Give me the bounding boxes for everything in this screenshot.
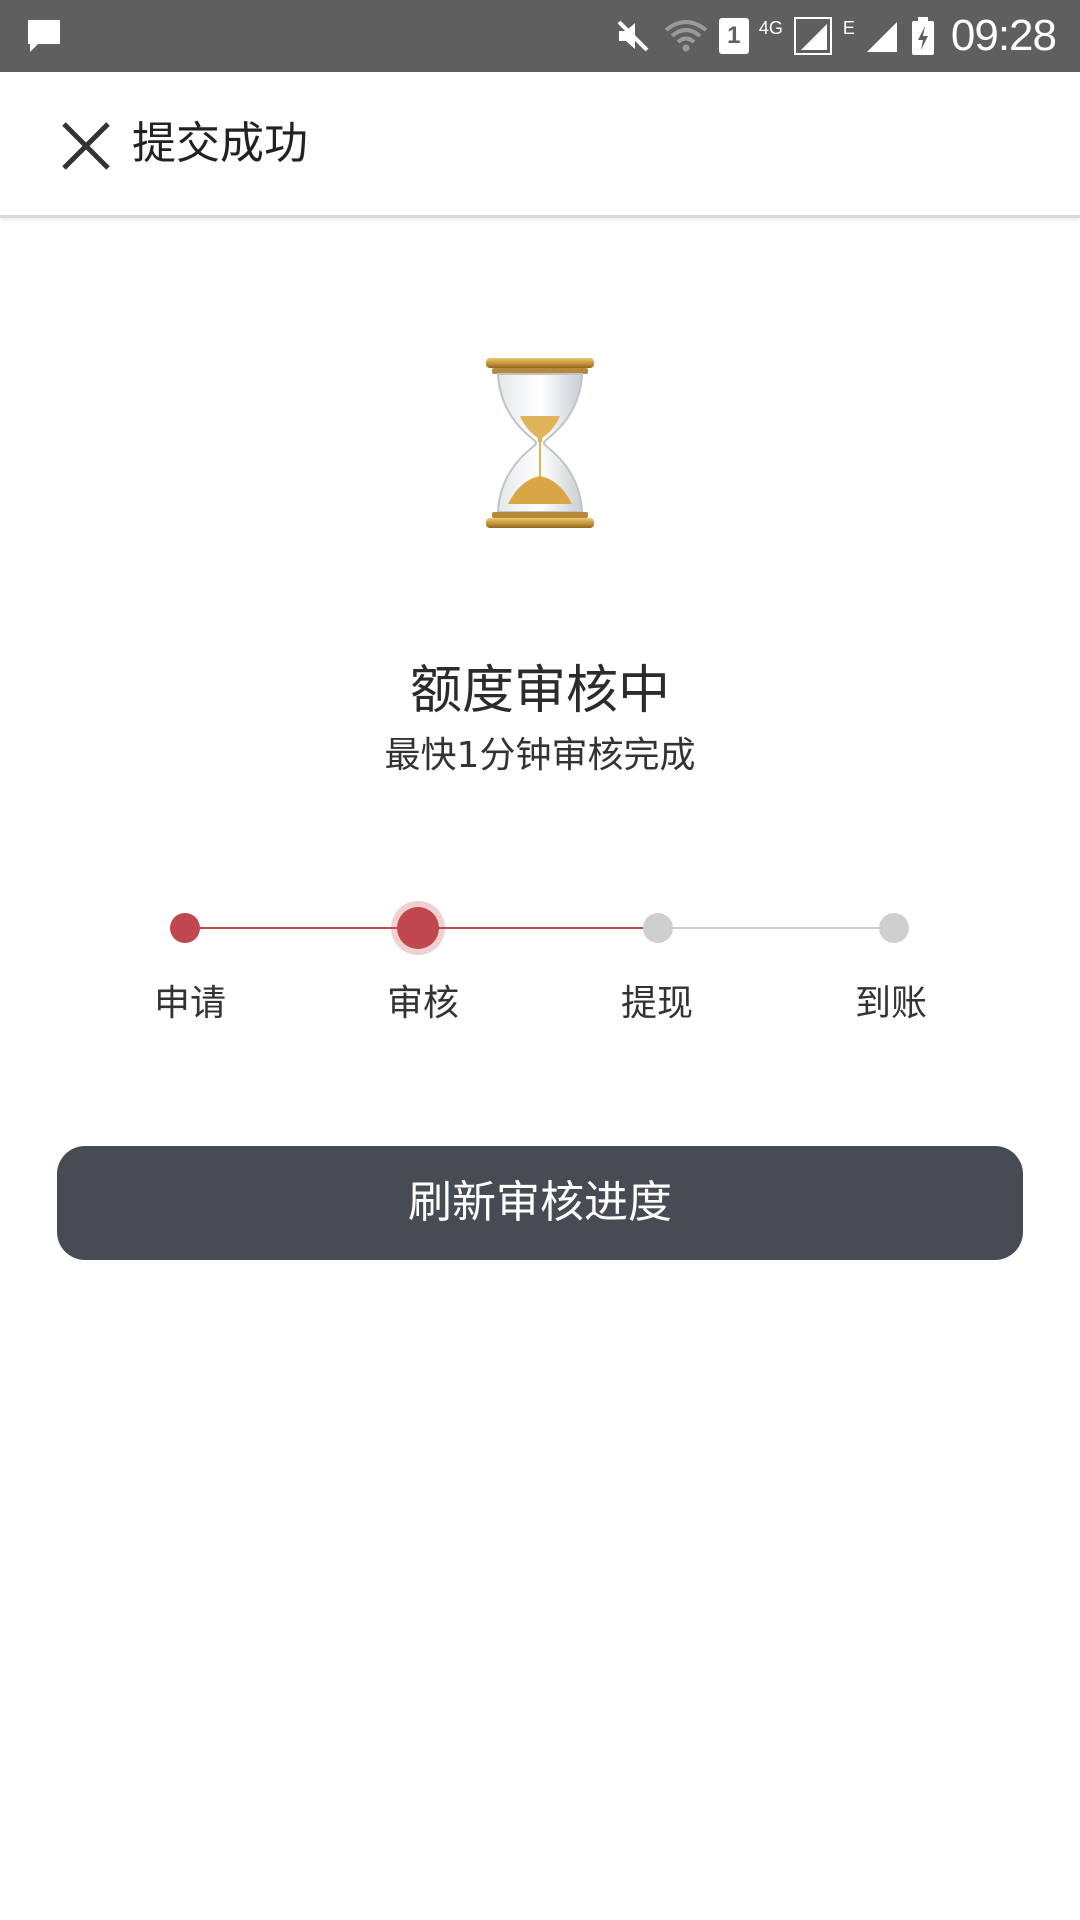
battery-icon [911, 17, 934, 55]
step-connector [418, 927, 658, 929]
status-icons: 1 4G E 09:28 [613, 11, 1057, 60]
clock: 09:28 [950, 11, 1057, 60]
status-bar: 1 4G E 09:28 [0, 0, 1080, 72]
wifi-icon [664, 20, 708, 52]
network-4g-label: 4G [758, 18, 783, 38]
step-label-arrival: 到账 [854, 983, 927, 1024]
page-title: 提交成功 [132, 118, 308, 169]
app-bar: 提交成功 [0, 72, 1080, 218]
step-dot-apply [170, 913, 200, 943]
step-dot-withdraw [643, 913, 673, 943]
network-e-label: E [842, 18, 855, 38]
message-icon [28, 20, 60, 52]
step-label-apply: 申请 [153, 983, 226, 1024]
sim-icon: 1 [718, 18, 749, 54]
signal-icon-2 [866, 22, 897, 52]
mute-icon [617, 20, 649, 52]
refresh-progress-button[interactable]: 刷新审核进度 [57, 1146, 1023, 1260]
close-icon[interactable] [56, 116, 116, 176]
step-label-review: 审核 [386, 983, 459, 1024]
step-label-withdraw: 提现 [620, 983, 693, 1024]
step-connector [658, 927, 894, 929]
status-subtitle: 最快1分钟审核完成 [384, 735, 696, 776]
signal-icon [793, 17, 832, 55]
status-title: 额度审核中 [409, 661, 670, 721]
step-dot-arrival [879, 913, 909, 943]
hourglass-icon [486, 358, 594, 528]
step-dot-review [397, 907, 439, 949]
step-connector [185, 927, 418, 929]
